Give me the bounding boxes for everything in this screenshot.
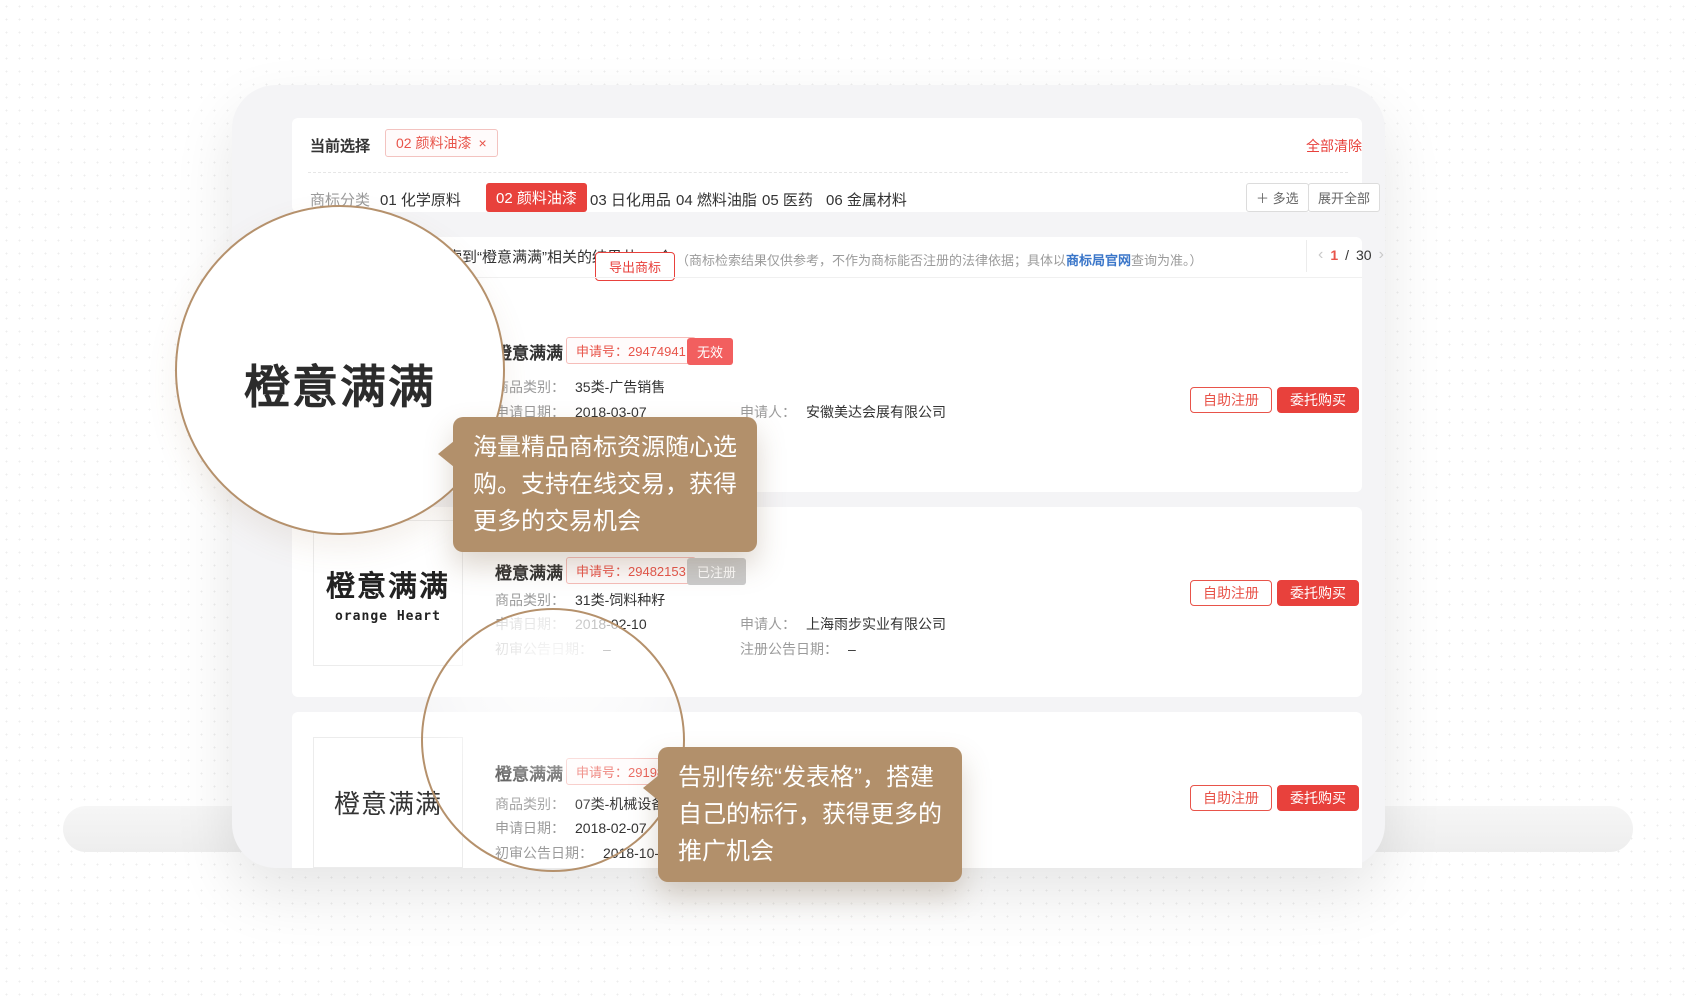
multi-select-button[interactable]: ＋ 多选 (1246, 183, 1309, 212)
current-selection-label: 当前选择 (310, 135, 370, 156)
category-item-06[interactable]: 06 金属材料 (826, 189, 907, 210)
row2-self-register-button[interactable]: 自助注册 (1190, 580, 1272, 606)
category-item-03[interactable]: 03 日化用品 (590, 189, 671, 210)
pagination-divider (1306, 240, 1307, 272)
trademark-mark-text: 橙意满满 (326, 563, 450, 605)
trademark-image-row2[interactable]: 橙意满满 orange Heart (313, 520, 463, 666)
trademark-office-link[interactable]: 商标局官网 (1066, 253, 1131, 268)
total-pages: 30 (1356, 247, 1372, 263)
tooltip-line: 购。支持在线交易，获得 (473, 466, 737, 503)
row2-title: 橙意满满 (495, 559, 563, 584)
tooltip-promotion: 告别传统“发表格”，搭建 自己的标行，获得更多的 推广机会 (658, 747, 962, 882)
row1-applicant-field: 申请人：安徽美达会展有限公司 (740, 402, 946, 422)
tooltip-line: 更多的交易机会 (473, 503, 737, 540)
current-page: 1 (1330, 247, 1338, 263)
selected-filter-tag[interactable]: 02 颜料油漆 × (385, 129, 498, 157)
app-no-label: 申请号： (576, 344, 628, 359)
row2-applicant-field: 申请人：上海雨步实业有限公司 (740, 614, 946, 634)
magnified-trademark-text: 橙意满满 (244, 351, 436, 417)
pagination: ‹ 1 / 30 › (1318, 247, 1384, 263)
tooltip-arrow-left-icon (438, 441, 454, 467)
disclaimer-post: 查询为准。） (1131, 253, 1203, 268)
prev-page-icon[interactable]: ‹ (1318, 248, 1323, 262)
row2-entrust-purchase-button[interactable]: 委托购买 (1277, 580, 1359, 606)
page-separator: / (1345, 247, 1349, 263)
row3-self-register-button[interactable]: 自助注册 (1190, 785, 1272, 811)
row1-status-badge: 无效 (687, 338, 733, 365)
category-item-05[interactable]: 05 医药 (762, 189, 813, 210)
magnifier-circle-result (421, 608, 685, 872)
trademark-mark-text: 橙意满满 (334, 784, 442, 821)
tooltip-line: 告别传统“发表格”，搭建 (678, 759, 942, 796)
next-page-icon[interactable]: › (1379, 248, 1384, 262)
tooltip-line: 自己的标行，获得更多的 (678, 796, 942, 833)
tooltip-arrow-left-icon (643, 775, 659, 801)
tooltip-line: 海量精品商标资源随心选 (473, 429, 737, 466)
trademark-mark-subtext: orange Heart (335, 609, 441, 624)
app-no-value: 29474941 (628, 344, 686, 359)
tooltip-line: 推广机会 (678, 833, 942, 870)
tooltip-marketplace: 海量精品商标资源随心选 购。支持在线交易，获得 更多的交易机会 (453, 417, 757, 552)
row2-reg-notice-field: 注册公告日期：– (740, 639, 856, 659)
remove-filter-icon[interactable]: × (478, 135, 486, 151)
row2-application-number-tag: 申请号：29482153 (566, 557, 696, 584)
row2-status-badge: 已注册 (687, 558, 746, 585)
disclaimer-text: （商标检索结果仅供参考，不作为商标能否注册的法律依据；具体以商标局官网查询为准。… (676, 250, 1203, 269)
row1-entrust-purchase-button[interactable]: 委托购买 (1277, 387, 1359, 413)
row1-category-field: 商品类别：35类-广告销售 (495, 377, 665, 397)
dashed-divider (308, 172, 1348, 173)
clear-all-button[interactable]: 全部清除 (1306, 136, 1362, 156)
row1-application-number-tag: 申请号：29474941 (566, 337, 696, 364)
category-item-02-active[interactable]: 02 颜料油漆 (486, 183, 587, 212)
disclaimer-pre: （商标检索结果仅供参考，不作为商标能否注册的法律依据；具体以 (676, 253, 1066, 268)
category-item-04[interactable]: 04 燃料油脂 (676, 189, 757, 210)
row3-entrust-purchase-button[interactable]: 委托购买 (1277, 785, 1359, 811)
row1-self-register-button[interactable]: 自助注册 (1190, 387, 1272, 413)
selected-filter-tag-label: 02 颜料油漆 (396, 135, 471, 151)
row1-title: 橙意满满 (495, 339, 563, 364)
row2-category-field: 商品类别：31类-饲料种籽 (495, 590, 665, 610)
category-item-01[interactable]: 01 化学原料 (380, 189, 461, 210)
expand-all-button[interactable]: 展开全部 (1308, 183, 1380, 212)
page: 当前选择 02 颜料油漆× 全部清除 商标分类 01 化学原料 02 颜料油漆 … (0, 0, 1696, 1002)
